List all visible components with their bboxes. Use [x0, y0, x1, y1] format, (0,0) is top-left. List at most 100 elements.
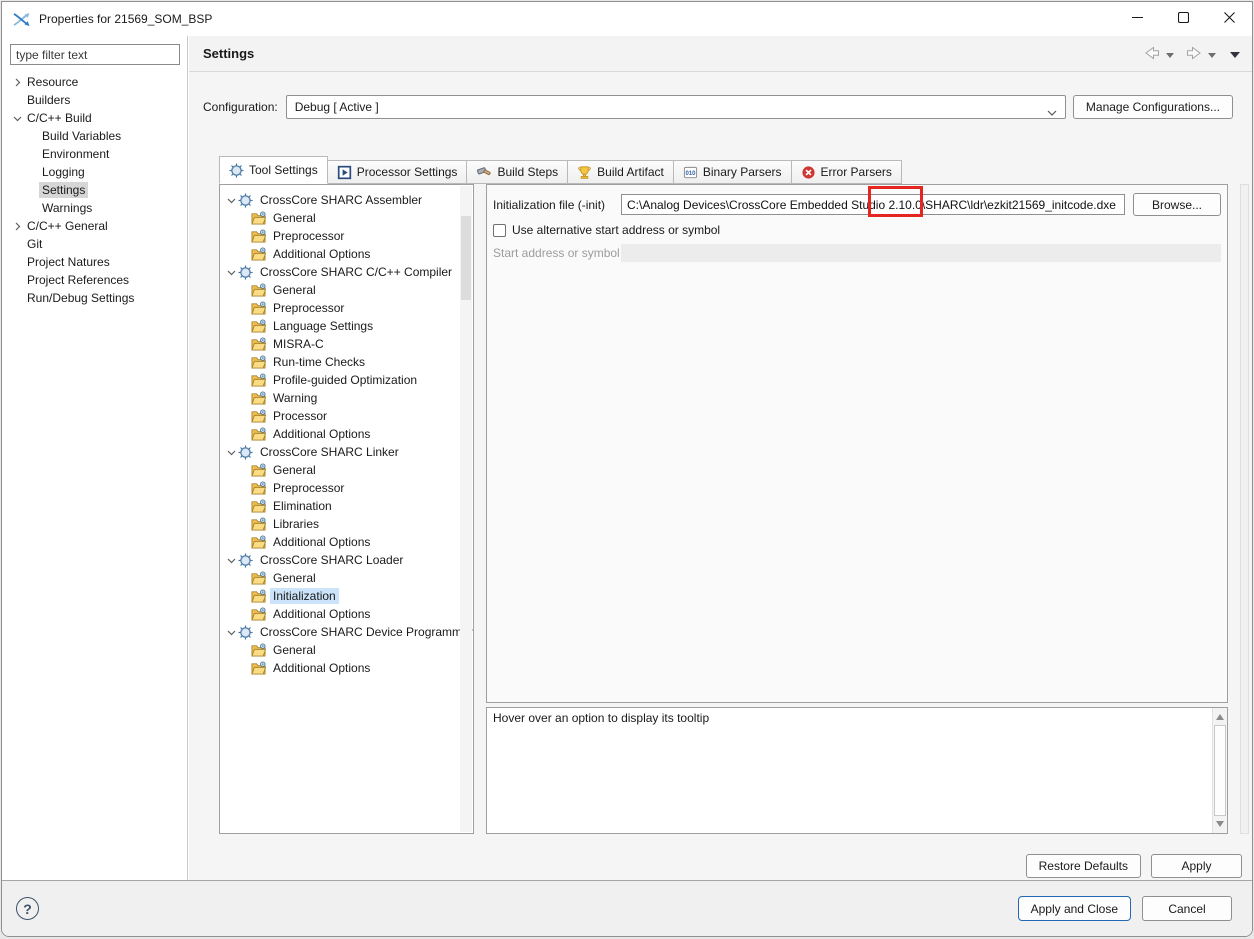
tool-gear-icon — [238, 265, 253, 280]
sidebar-item-builders[interactable]: Builders — [2, 91, 187, 109]
forward-history-dropdown[interactable] — [1208, 47, 1216, 61]
chevron-down-icon[interactable] — [11, 114, 24, 123]
tool-tree-item-general[interactable]: General — [220, 641, 473, 659]
tab-build-artifact[interactable]: Build Artifact — [568, 160, 674, 184]
settings-folder-icon — [251, 319, 266, 333]
chevron-right-icon[interactable] — [11, 78, 24, 87]
tool-gear-icon — [238, 193, 253, 208]
maximize-button[interactable] — [1160, 2, 1206, 36]
tool-tree-item-preprocessor[interactable]: Preprocessor — [220, 227, 473, 245]
tool-tree-item-label: Preprocessor — [270, 300, 347, 316]
chevron-down-icon[interactable] — [225, 268, 238, 277]
sidebar-item-resource[interactable]: Resource — [2, 73, 187, 91]
tool-tree-item-processor[interactable]: Processor — [220, 407, 473, 425]
tool-tree-item-crosscore-sharc-linker[interactable]: CrossCore SHARC Linker — [220, 443, 473, 461]
tool-tree-item-label: Run-time Checks — [270, 354, 368, 370]
options-outer-scrollbar[interactable] — [1240, 184, 1249, 834]
chevron-down-icon[interactable] — [225, 448, 238, 457]
sidebar-item-logging[interactable]: Logging — [2, 163, 187, 181]
tab-processor-settings[interactable]: Processor Settings — [328, 160, 468, 184]
tool-tree-item-additional-options[interactable]: Additional Options — [220, 605, 473, 623]
tool-tree-item-general[interactable]: General — [220, 281, 473, 299]
minimize-button[interactable] — [1114, 2, 1160, 36]
tab-tool-settings[interactable]: Tool Settings — [219, 156, 328, 184]
tab-build-steps[interactable]: Build Steps — [467, 160, 568, 184]
tool-tree-item-elimination[interactable]: Elimination — [220, 497, 473, 515]
tool-tree-item-label: General — [270, 570, 319, 586]
restore-defaults-button[interactable]: Restore Defaults — [1026, 854, 1141, 878]
chevron-down-icon[interactable] — [225, 556, 238, 565]
tool-tree-item-additional-options[interactable]: Additional Options — [220, 533, 473, 551]
tool-tree-item-warning[interactable]: Warning — [220, 389, 473, 407]
tool-tree-item-additional-options[interactable]: Additional Options — [220, 425, 473, 443]
sidebar: ResourceBuildersC/C++ BuildBuild Variabl… — [2, 36, 188, 880]
init-file-input[interactable] — [621, 194, 1125, 215]
help-button[interactable]: ? — [16, 897, 39, 920]
error-parsers-icon — [801, 165, 816, 180]
settings-folder-icon — [251, 499, 266, 513]
chevron-right-icon[interactable] — [11, 222, 24, 231]
manage-configurations-button[interactable]: Manage Configurations... — [1073, 95, 1233, 119]
view-menu-button[interactable] — [1230, 47, 1240, 61]
tool-tree-item-run-time-checks[interactable]: Run-time Checks — [220, 353, 473, 371]
browse-button[interactable]: Browse... — [1133, 193, 1221, 216]
tool-tree-item-initialization[interactable]: Initialization — [220, 587, 473, 605]
tool-tree-item-general[interactable]: General — [220, 209, 473, 227]
cancel-button[interactable]: Cancel — [1142, 896, 1232, 921]
sidebar-item-git[interactable]: Git — [2, 235, 187, 253]
configuration-select[interactable]: Debug [ Active ] — [286, 95, 1066, 119]
sidebar-item-warnings[interactable]: Warnings — [2, 199, 187, 217]
tool-tree-item-label: Preprocessor — [270, 228, 347, 244]
back-history-dropdown[interactable] — [1166, 47, 1174, 61]
close-button[interactable] — [1206, 2, 1252, 36]
settings-folder-icon — [251, 463, 266, 477]
tool-settings-icon — [229, 163, 244, 178]
tool-tree-item-crosscore-sharc-assembler[interactable]: CrossCore SHARC Assembler — [220, 191, 473, 209]
filter-input[interactable] — [10, 44, 180, 65]
back-button[interactable] — [1144, 46, 1160, 63]
sidebar-item-project-references[interactable]: Project References — [2, 271, 187, 289]
apply-and-close-button[interactable]: Apply and Close — [1018, 896, 1131, 921]
sidebar-item-environment[interactable]: Environment — [2, 145, 187, 163]
tooltip-text: Hover over an option to display its tool… — [487, 708, 1227, 728]
apply-button[interactable]: Apply — [1151, 854, 1242, 878]
tool-tree-item-profile-guided-optimization[interactable]: Profile-guided Optimization — [220, 371, 473, 389]
chevron-down-icon[interactable] — [225, 628, 238, 637]
tooltip-scrollbar[interactable] — [1212, 708, 1227, 833]
tool-tree-item-crosscore-sharc-device-programmer[interactable]: CrossCore SHARC Device Programmer — [220, 623, 473, 641]
sidebar-item-label: Builders — [24, 92, 73, 108]
tool-tree-item-general[interactable]: General — [220, 461, 473, 479]
tool-tree-item-general[interactable]: General — [220, 569, 473, 587]
tool-tree-item-label: Additional Options — [270, 606, 373, 622]
chevron-down-icon[interactable] — [225, 196, 238, 205]
sidebar-item-project-natures[interactable]: Project Natures — [2, 253, 187, 271]
sidebar-item-build-variables[interactable]: Build Variables — [2, 127, 187, 145]
tool-tree-item-preprocessor[interactable]: Preprocessor — [220, 299, 473, 317]
tool-tree-item-language-settings[interactable]: Language Settings — [220, 317, 473, 335]
alt-start-address-checkbox[interactable] — [493, 224, 506, 237]
sidebar-item-settings[interactable]: Settings — [2, 181, 187, 199]
tab-binary-parsers[interactable]: 010Binary Parsers — [674, 160, 792, 184]
tool-tree-item-crosscore-sharc-loader[interactable]: CrossCore SHARC Loader — [220, 551, 473, 569]
tab-label: Build Artifact — [597, 165, 664, 179]
forward-button[interactable] — [1186, 46, 1202, 63]
scrollbar-thumb[interactable] — [1214, 725, 1226, 816]
sidebar-item-run-debug-settings[interactable]: Run/Debug Settings — [2, 289, 187, 307]
sidebar-item-c-c-general[interactable]: C/C++ General — [2, 217, 187, 235]
tool-settings-tree-panel: CrossCore SHARC AssemblerGeneralPreproce… — [219, 184, 474, 834]
window-title: Properties for 21569_SOM_BSP — [39, 12, 212, 26]
tab-error-parsers[interactable]: Error Parsers — [792, 160, 902, 184]
tool-tree-item-misra-c[interactable]: MISRA-C — [220, 335, 473, 353]
tree-scrollbar[interactable] — [460, 186, 472, 832]
scroll-up-icon[interactable] — [1216, 714, 1224, 720]
settings-folder-icon — [251, 391, 266, 405]
scroll-down-icon[interactable] — [1216, 821, 1224, 827]
tool-tree-item-label: CrossCore SHARC Assembler — [257, 192, 425, 208]
tool-tree-item-additional-options[interactable]: Additional Options — [220, 659, 473, 677]
sidebar-item-c-c-build[interactable]: C/C++ Build — [2, 109, 187, 127]
tool-tree-item-libraries[interactable]: Libraries — [220, 515, 473, 533]
tool-tree-item-additional-options[interactable]: Additional Options — [220, 245, 473, 263]
tab-label: Build Steps — [497, 165, 558, 179]
tool-tree-item-crosscore-sharc-c-c-compiler[interactable]: CrossCore SHARC C/C++ Compiler — [220, 263, 473, 281]
tool-tree-item-preprocessor[interactable]: Preprocessor — [220, 479, 473, 497]
